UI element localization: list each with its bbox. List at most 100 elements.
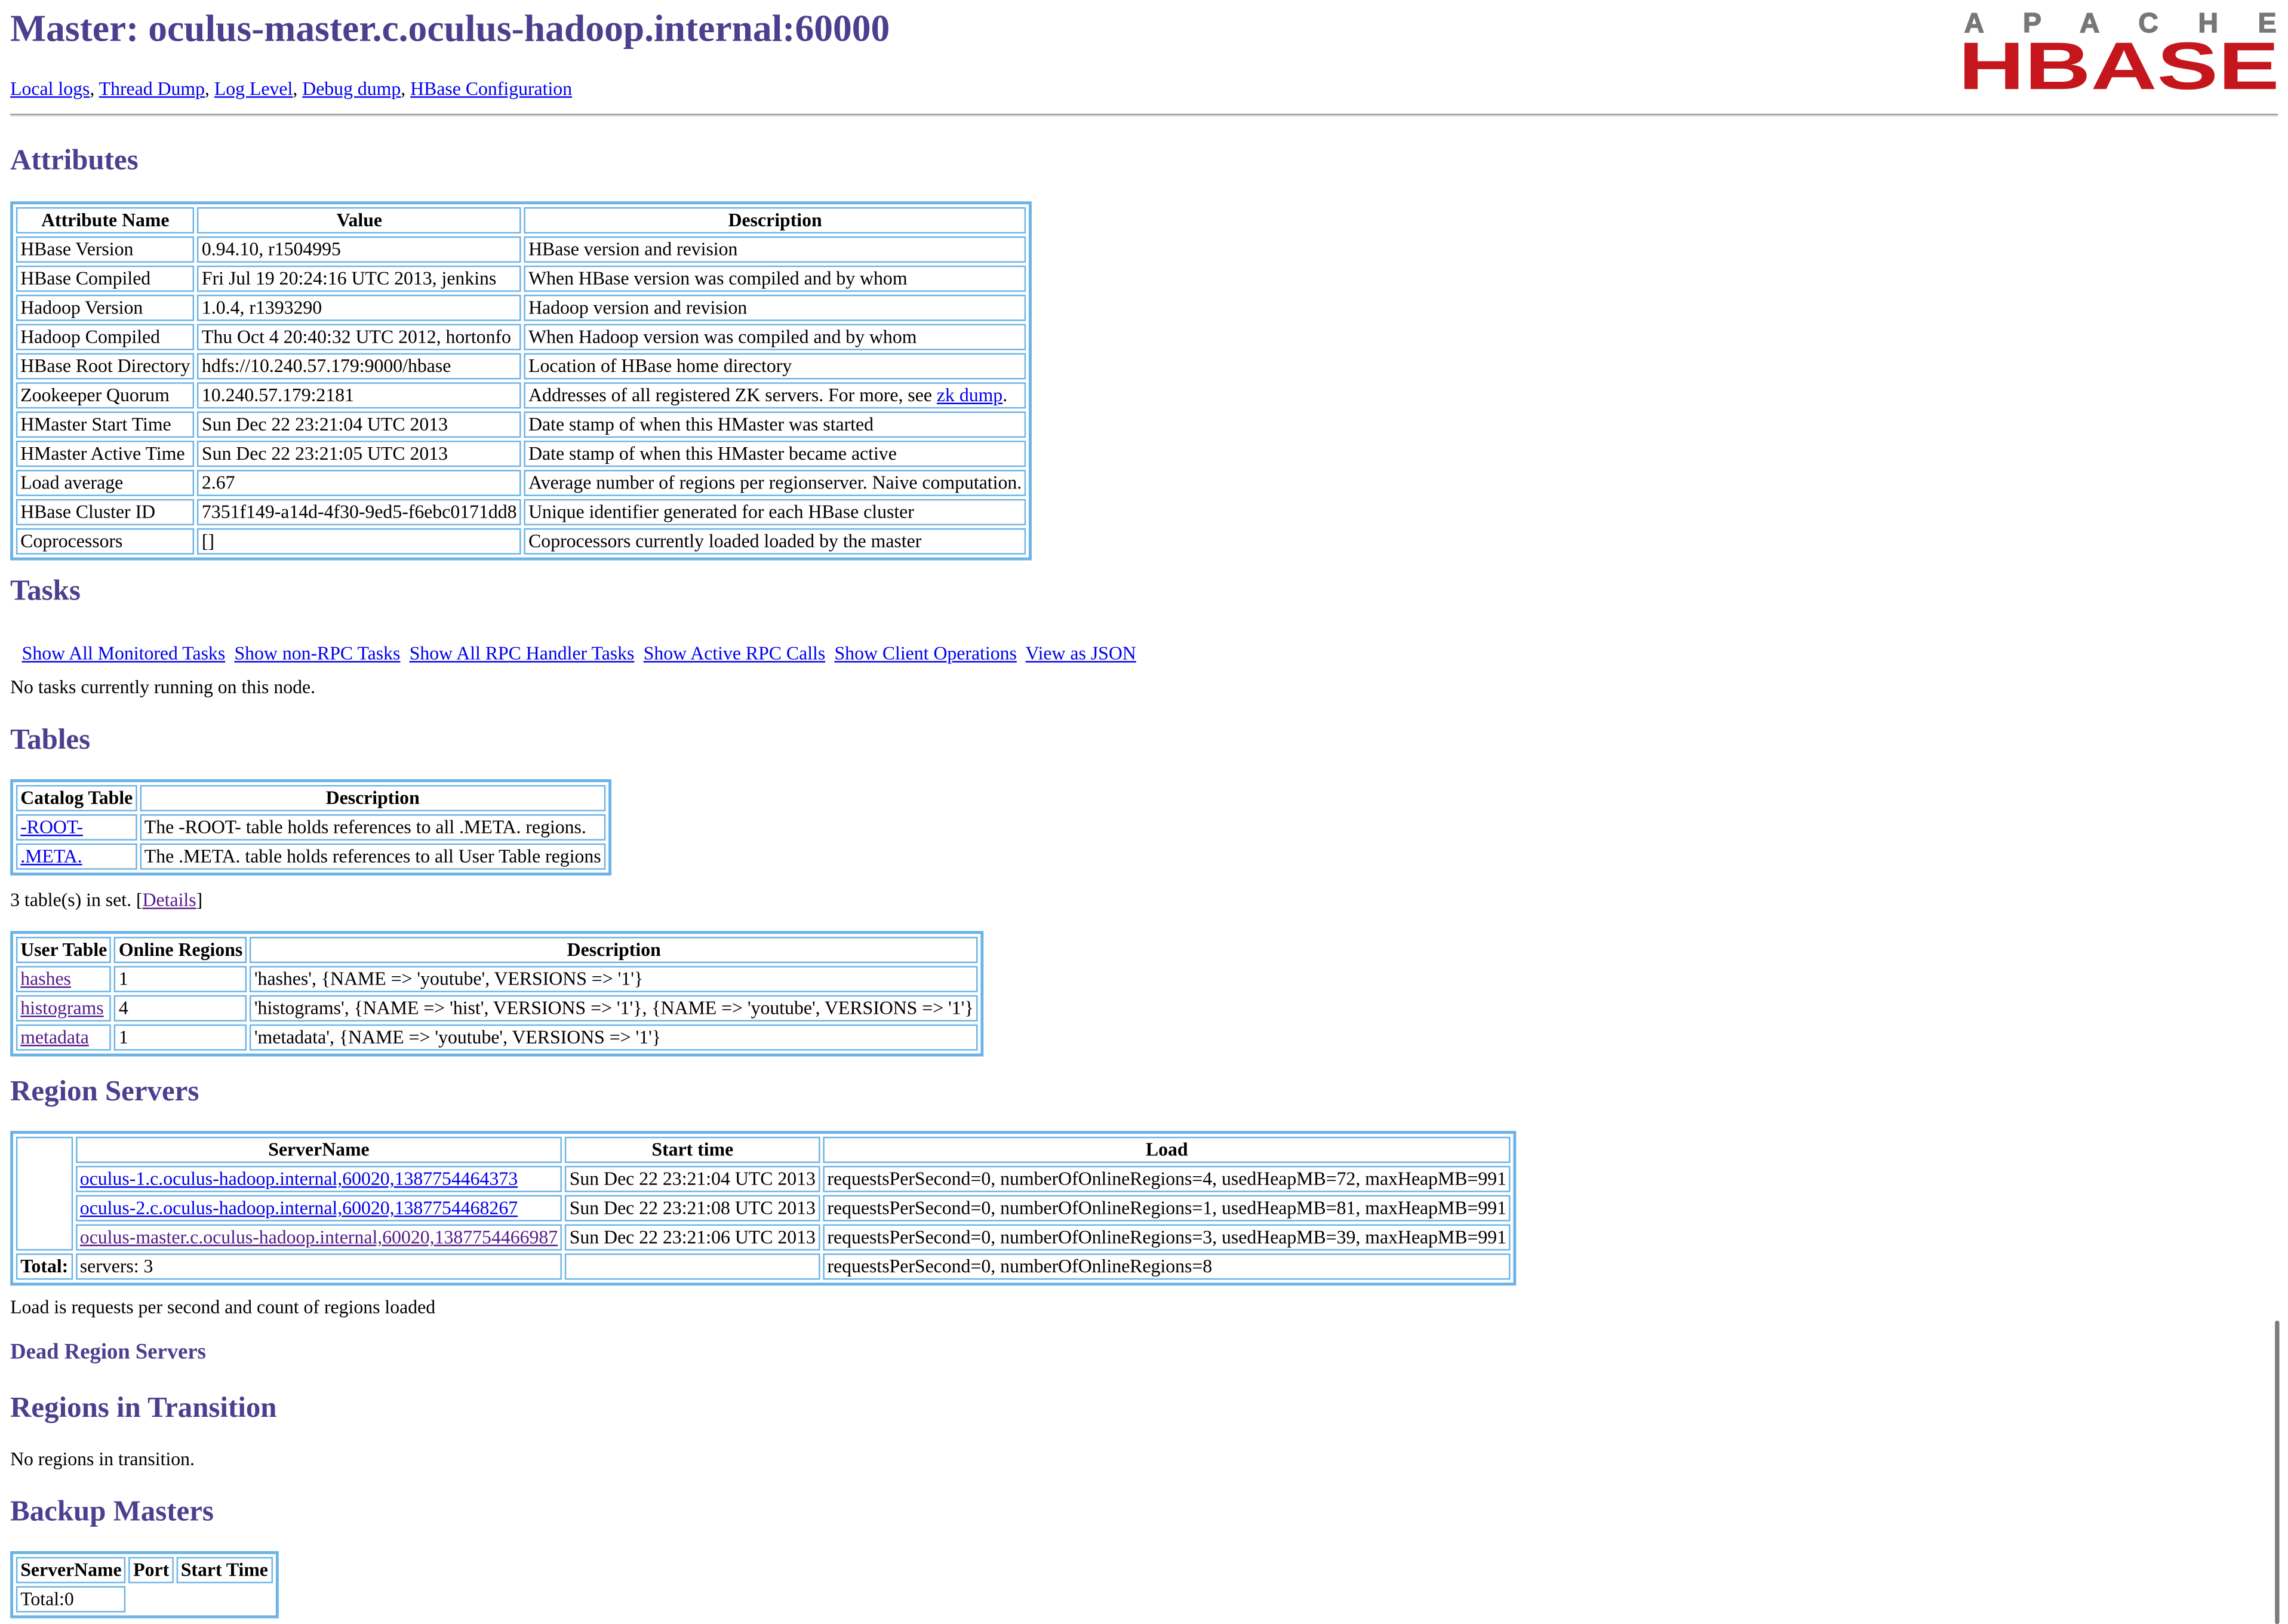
attributes-table: Attribute Name Value Description HBase V… bbox=[10, 201, 1032, 561]
catalog-table: Catalog Table Description -ROOT- The -ROO… bbox=[10, 779, 611, 876]
table-count: 3 table(s) in set. [Details] bbox=[10, 888, 202, 912]
meta-table-link[interactable]: .META. bbox=[20, 845, 82, 867]
region-server-link[interactable]: oculus-2.c.oculus-hadoop.internal,60020,… bbox=[80, 1197, 518, 1219]
server-name-cell: oculus-master.c.oculus-hadoop.internal,6… bbox=[75, 1224, 562, 1251]
region-server-link[interactable]: oculus-master.c.oculus-hadoop.internal,6… bbox=[80, 1226, 558, 1248]
attribute-name: HBase Version bbox=[16, 236, 195, 263]
table-row: Zookeeper Quorum 10.240.57.179:2181 Addres… bbox=[16, 382, 1026, 409]
user-table-link[interactable]: hashes bbox=[20, 967, 71, 989]
table-row: Total:0 bbox=[16, 1586, 272, 1613]
tasks-status: No tasks currently running on this node. bbox=[10, 675, 316, 698]
server-name-cell: oculus-2.c.oculus-hadoop.internal,60020,… bbox=[75, 1195, 562, 1222]
attribute-name: Hadoop Compiled bbox=[16, 324, 195, 350]
user-table-cell: hashes bbox=[16, 965, 112, 992]
dead-region-servers-heading: Dead Region Servers bbox=[10, 1341, 206, 1365]
show-all-monitored-tasks-link[interactable]: Show All Monitored Tasks bbox=[22, 642, 226, 664]
log-level-link[interactable]: Log Level bbox=[214, 78, 293, 100]
table-row: hashes 1'hashes', {NAME => 'youtube', VER… bbox=[16, 965, 978, 992]
column-header: Port bbox=[128, 1557, 174, 1583]
table-row: HBase Cluster ID 7351f149-a14d-4f30-9ed5-… bbox=[16, 499, 1026, 525]
attribute-name: HBase Root Directory bbox=[16, 353, 195, 380]
show-client-operations-link[interactable]: Show Client Operations bbox=[835, 642, 1017, 664]
table-header-row: User Table Online Regions Description bbox=[16, 937, 978, 964]
attribute-description: Location of HBase home directory bbox=[524, 353, 1026, 380]
zk-description-suffix: . bbox=[1002, 383, 1008, 406]
column-header: Description bbox=[524, 207, 1026, 234]
attribute-value: Sun Dec 22 23:21:04 UTC 2013 bbox=[197, 411, 521, 438]
column-header: ServerName bbox=[16, 1557, 126, 1583]
table-row: HBase Compiled Fri Jul 19 20:24:16 UTC 20… bbox=[16, 265, 1026, 292]
attribute-name: HMaster Active Time bbox=[16, 441, 195, 467]
attribute-name: Coprocessors bbox=[16, 528, 195, 555]
table-row: HMaster Active Time Sun Dec 22 23:21:05 U… bbox=[16, 441, 1026, 467]
attribute-value: 2.67 bbox=[197, 469, 521, 496]
show-all-rpc-handler-tasks-link[interactable]: Show All RPC Handler Tasks bbox=[410, 642, 635, 664]
attribute-name: HMaster Start Time bbox=[16, 411, 195, 438]
catalog-name-cell: .META. bbox=[16, 843, 137, 870]
table-header-row: Catalog Table Description bbox=[16, 785, 605, 811]
user-table-link[interactable]: histograms bbox=[20, 996, 103, 1019]
show-non-rpc-tasks-link[interactable]: Show non-RPC Tasks bbox=[234, 642, 400, 664]
page-title: Master: oculus-master.c.oculus-hadoop.in… bbox=[10, 7, 890, 50]
zk-dump-link[interactable]: zk dump bbox=[937, 384, 1002, 406]
thread-dump-link[interactable]: Thread Dump bbox=[99, 78, 205, 100]
server-load: requestsPerSecond=0, numberOfOnlineRegio… bbox=[823, 1224, 1511, 1251]
region-servers-heading: Region Servers bbox=[10, 1075, 199, 1108]
user-table-description: 'hashes', {NAME => 'youtube', VERSIONS =… bbox=[250, 965, 978, 992]
attribute-name: Load average bbox=[16, 469, 195, 496]
online-regions: 1 bbox=[114, 1024, 247, 1051]
table-row: HBase Version 0.94.10, r1504995 HBase vers… bbox=[16, 236, 1026, 263]
tables-heading: Tables bbox=[10, 724, 91, 756]
root-table-link[interactable]: -ROOT- bbox=[20, 816, 83, 838]
total-row: Total: servers: 3 requestsPerSecond=0, n… bbox=[16, 1253, 1511, 1280]
header-divider bbox=[10, 113, 2278, 117]
show-active-rpc-calls-link[interactable]: Show Active RPC Calls bbox=[644, 642, 826, 664]
debug-dump-link[interactable]: Debug dump bbox=[302, 78, 401, 100]
region-server-link[interactable]: oculus-1.c.oculus-hadoop.internal,60020,… bbox=[80, 1167, 518, 1189]
user-table-description: 'metadata', {NAME => 'youtube', VERSIONS… bbox=[250, 1024, 978, 1051]
regions-in-transition-heading: Regions in Transition bbox=[10, 1392, 277, 1425]
hbase-configuration-link[interactable]: HBase Configuration bbox=[410, 78, 572, 100]
svg-text:HBASE: HBASE bbox=[1958, 28, 2280, 92]
column-header: Start Time bbox=[176, 1557, 273, 1583]
attribute-value: Fri Jul 19 20:24:16 UTC 2013, jenkins bbox=[197, 265, 521, 292]
attribute-value: [] bbox=[197, 528, 521, 555]
attribute-name: HBase Compiled bbox=[16, 265, 195, 292]
start-time: Sun Dec 22 23:21:04 UTC 2013 bbox=[565, 1165, 820, 1192]
tasks-heading: Tasks bbox=[10, 574, 81, 607]
total-label: Total: bbox=[16, 1253, 73, 1280]
details-link[interactable]: Details bbox=[143, 888, 196, 911]
table-row: histograms 4'histograms', {NAME => 'hist'… bbox=[16, 995, 978, 1022]
column-header: Start time bbox=[565, 1136, 820, 1163]
user-table-link[interactable]: metadata bbox=[20, 1026, 89, 1048]
apache-hbase-logo[interactable]: A P A C H E HBASE bbox=[1958, 7, 2283, 92]
table-row: Hadoop Compiled Thu Oct 4 20:40:32 UTC 20… bbox=[16, 324, 1026, 350]
user-table-cell: histograms bbox=[16, 995, 112, 1022]
column-header: Online Regions bbox=[114, 937, 247, 964]
column-header: Catalog Table bbox=[16, 785, 137, 811]
attribute-description: Unique identifier generated for each HBa… bbox=[524, 499, 1026, 525]
start-time: Sun Dec 22 23:21:06 UTC 2013 bbox=[565, 1224, 820, 1251]
attribute-description: HBase version and revision bbox=[524, 236, 1026, 263]
total-load: requestsPerSecond=0, numberOfOnlineRegio… bbox=[823, 1253, 1511, 1280]
attribute-description: Coprocessors currently loaded loaded by … bbox=[524, 528, 1026, 555]
vertical-scrollbar-thumb[interactable] bbox=[2275, 1320, 2280, 1624]
table-row: oculus-2.c.oculus-hadoop.internal,60020,… bbox=[16, 1195, 1511, 1222]
server-load: requestsPerSecond=0, numberOfOnlineRegio… bbox=[823, 1165, 1511, 1192]
table-row: Hadoop Version 1.0.4, r1393290 Hadoop vers… bbox=[16, 294, 1026, 321]
table-row: HMaster Start Time Sun Dec 22 23:21:04 UT… bbox=[16, 411, 1026, 438]
user-tables-table: User Table Online Regions Description ha… bbox=[10, 931, 984, 1057]
table-row: Load average 2.67 Average number of region… bbox=[16, 469, 1026, 496]
attribute-name: HBase Cluster ID bbox=[16, 499, 195, 525]
online-regions: 1 bbox=[114, 965, 247, 992]
local-logs-link[interactable]: Local logs bbox=[10, 78, 90, 100]
user-table-description: 'histograms', {NAME => 'hist', VERSIONS … bbox=[250, 995, 978, 1022]
attribute-description: Average number of regions per regionserv… bbox=[524, 469, 1026, 496]
top-links: Local logs, Thread Dump, Log Level, Debu… bbox=[10, 77, 573, 100]
view-as-json-link[interactable]: View as JSON bbox=[1026, 642, 1136, 664]
task-filter-links: Show All Monitored Tasks Show non-RPC Ta… bbox=[22, 642, 1140, 666]
backup-masters-heading: Backup Masters bbox=[10, 1496, 214, 1528]
attribute-value: Thu Oct 4 20:40:32 UTC 2012, hortonfo bbox=[197, 324, 521, 350]
regions-in-transition-status: No regions in transition. bbox=[10, 1447, 195, 1470]
attribute-name: Zookeeper Quorum bbox=[16, 382, 195, 409]
